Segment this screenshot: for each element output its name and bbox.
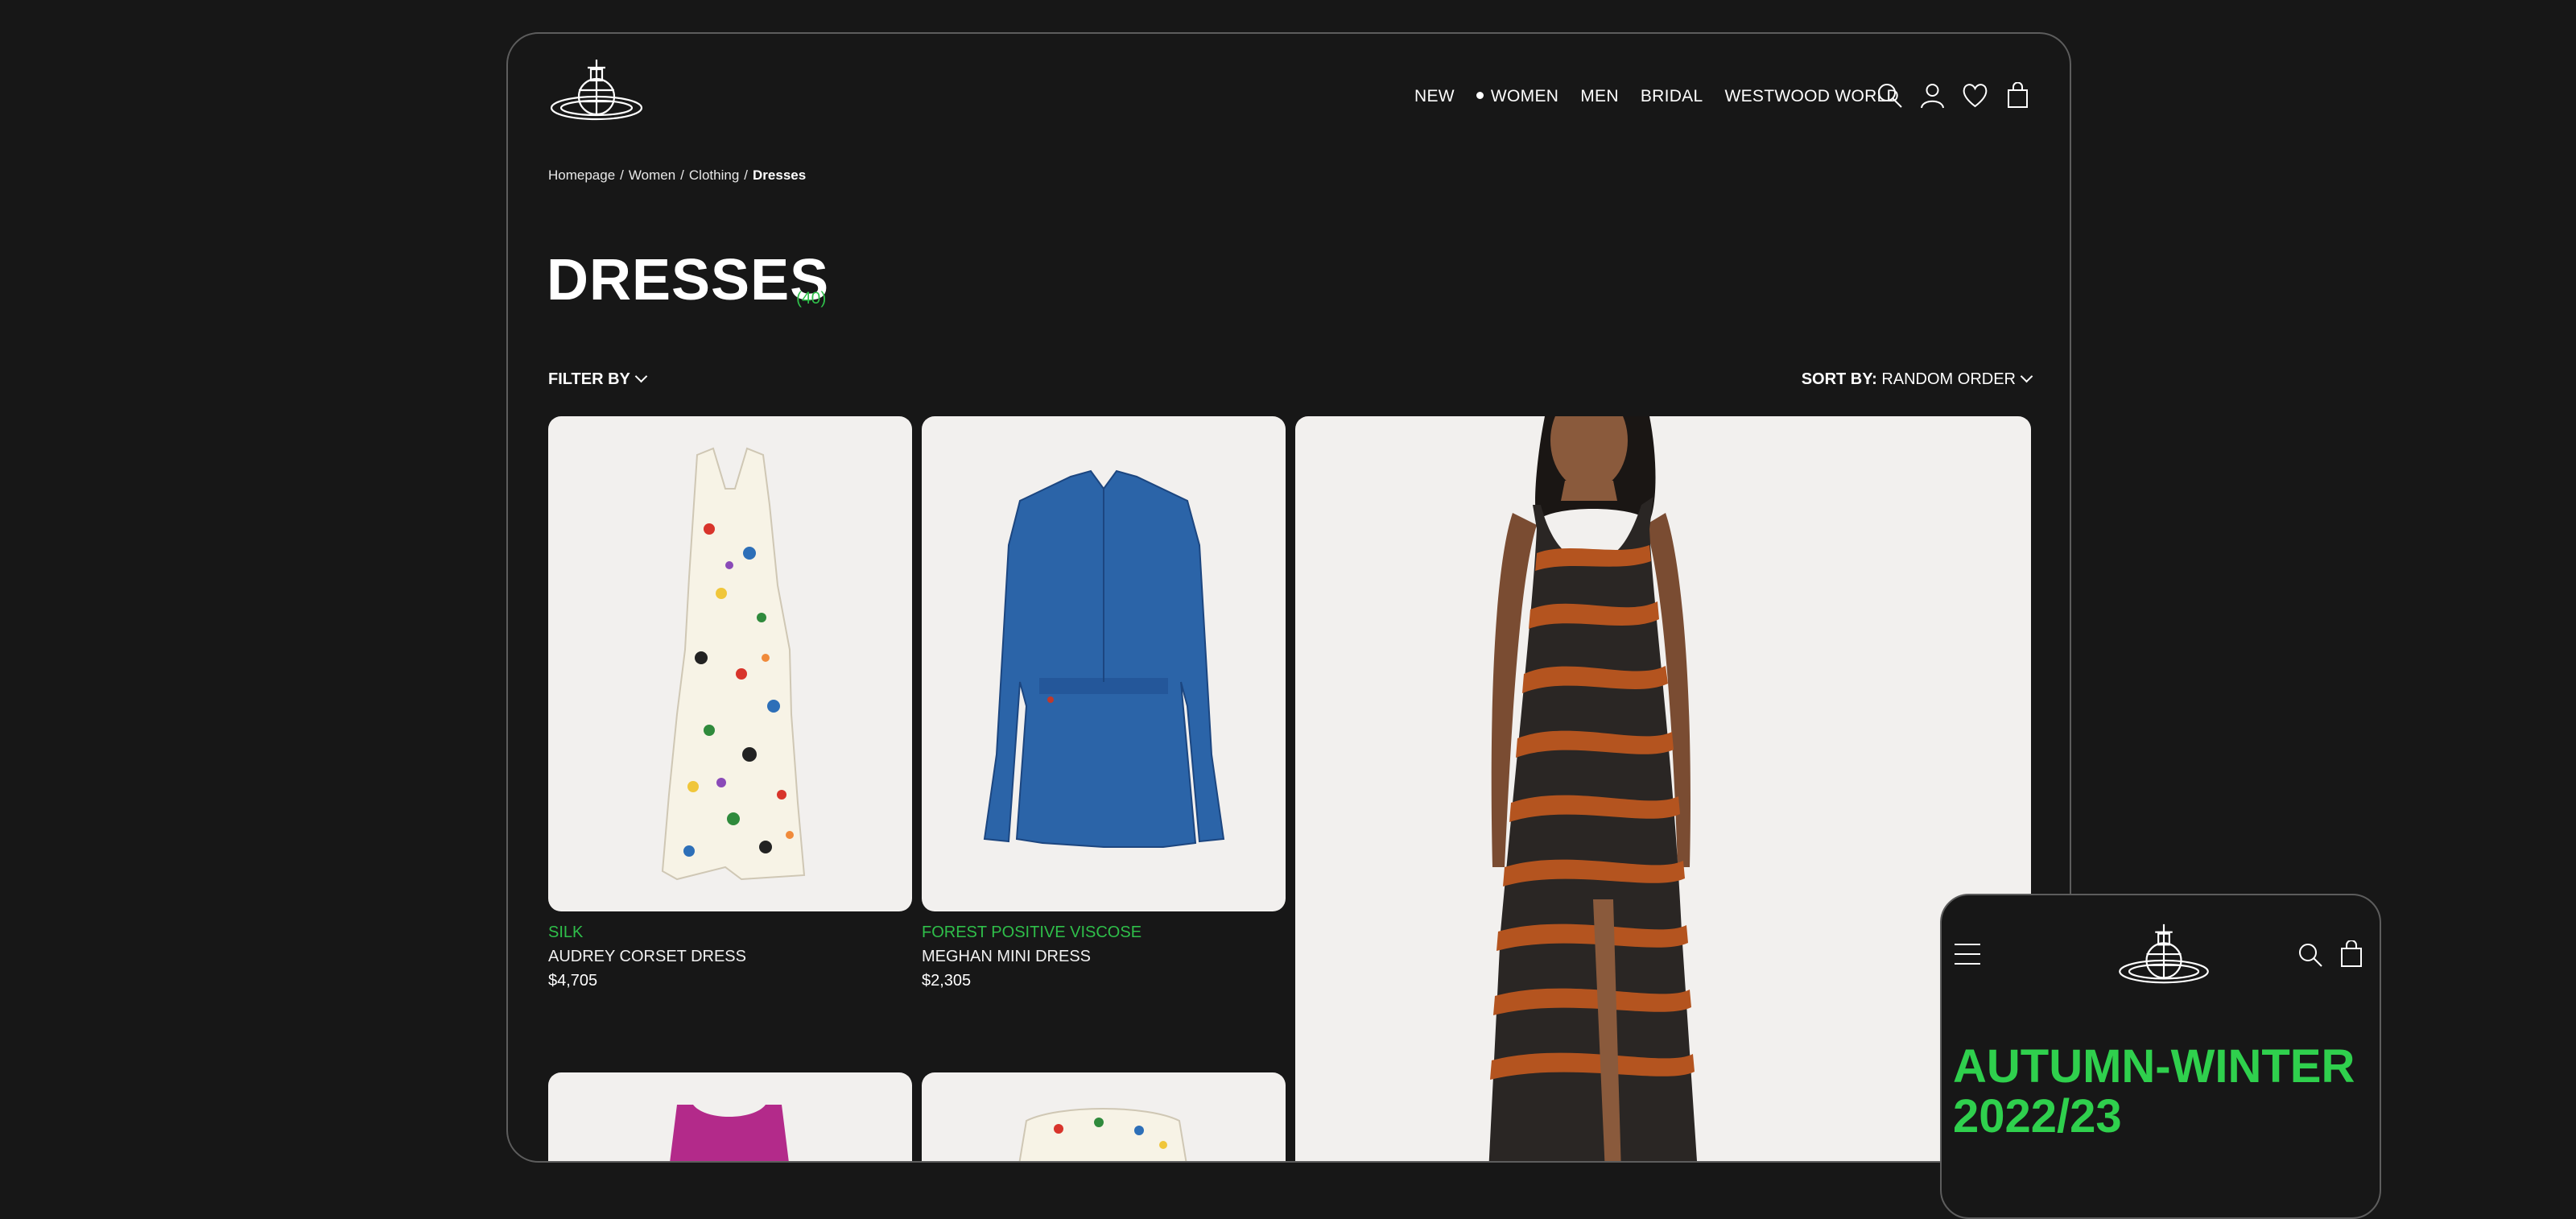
nav-men[interactable]: MEN	[1580, 87, 1619, 106]
sort-dropdown[interactable]: SORT BY: RANDOM ORDER	[1801, 370, 2033, 389]
bag-icon[interactable]	[2004, 81, 2031, 109]
search-icon[interactable]	[2297, 942, 2323, 968]
product-image[interactable]	[548, 1072, 912, 1161]
product-name: AUDREY CORSET DRESS	[548, 948, 746, 965]
active-dot	[1476, 91, 1484, 99]
floral-dress-image	[1018, 1108, 1187, 1161]
product-image[interactable]	[548, 416, 912, 911]
product-name: MEGHAN MINI DRESS	[922, 948, 1092, 965]
breadcrumb-current: Dresses	[753, 167, 807, 183]
main-nav: NEW WOMEN MEN BRIDAL WESTWOOD WORLD	[1414, 87, 1921, 106]
headline-line-1: AUTUMN-WINTER	[1953, 1040, 2355, 1093]
product-material: SILK	[548, 924, 584, 941]
product-image[interactable]	[922, 416, 1286, 911]
desktop-frame: NEW WOMEN MEN BRIDAL WESTWOOD WORLD Home…	[506, 32, 2071, 1163]
heart-icon[interactable]	[1962, 82, 1988, 109]
nav-westwood-world[interactable]: WESTWOOD WORLD	[1724, 87, 1899, 106]
sort-label: SORT BY:	[1801, 370, 1877, 388]
product-info[interactable]: SILK AUDREY CORSET DRESS $4,705	[548, 920, 746, 993]
breadcrumb-clothing[interactable]: Clothing	[689, 167, 739, 183]
page-title: DRESSES	[547, 248, 830, 312]
filter-button[interactable]: FILTER BY	[548, 370, 648, 389]
blue-dress-image	[983, 469, 1225, 848]
sort-value: RANDOM ORDER	[1881, 370, 2016, 388]
product-price: $4,705	[548, 972, 598, 990]
nav-women[interactable]: WOMEN	[1476, 87, 1558, 106]
search-icon[interactable]	[1876, 82, 1903, 109]
bag-icon[interactable]	[2339, 940, 2363, 968]
breadcrumb-women[interactable]: Women	[629, 167, 675, 183]
header-icons	[1876, 81, 2031, 109]
product-image[interactable]	[922, 1072, 1286, 1161]
headline-line-2: 2022/23	[1953, 1090, 2122, 1143]
nav-bridal[interactable]: BRIDAL	[1641, 87, 1703, 106]
mobile-frame: AUTUMN-WINTER 2022/23	[1940, 894, 2381, 1219]
menu-icon[interactable]	[1953, 942, 1982, 966]
product-count: (40)	[796, 289, 827, 308]
breadcrumb: Homepage / Women / Clothing / Dresses	[548, 167, 807, 183]
filter-label: FILTER BY	[548, 370, 630, 388]
breadcrumb-homepage[interactable]: Homepage	[548, 167, 615, 183]
orb-logo[interactable]	[2116, 921, 2211, 992]
model-dress-image	[1488, 416, 1697, 1161]
nav-new[interactable]: NEW	[1414, 87, 1455, 106]
chevron-down-icon	[634, 370, 648, 383]
nav-women-label: WOMEN	[1490, 87, 1559, 105]
account-icon[interactable]	[1919, 82, 1946, 109]
product-info[interactable]: FOREST POSITIVE VISCOSE MEGHAN MINI DRES…	[922, 920, 1141, 993]
product-material: FOREST POSITIVE VISCOSE	[922, 924, 1142, 941]
floral-dress-image	[661, 447, 806, 881]
orb-logo[interactable]	[548, 56, 645, 129]
product-price: $2,305	[922, 972, 972, 990]
product-image-large[interactable]	[1295, 416, 2031, 1161]
magenta-dress-image	[670, 1105, 789, 1161]
chevron-down-icon	[2020, 370, 2033, 383]
mobile-headline: AUTUMN-WINTER 2022/23	[1953, 1042, 2355, 1142]
